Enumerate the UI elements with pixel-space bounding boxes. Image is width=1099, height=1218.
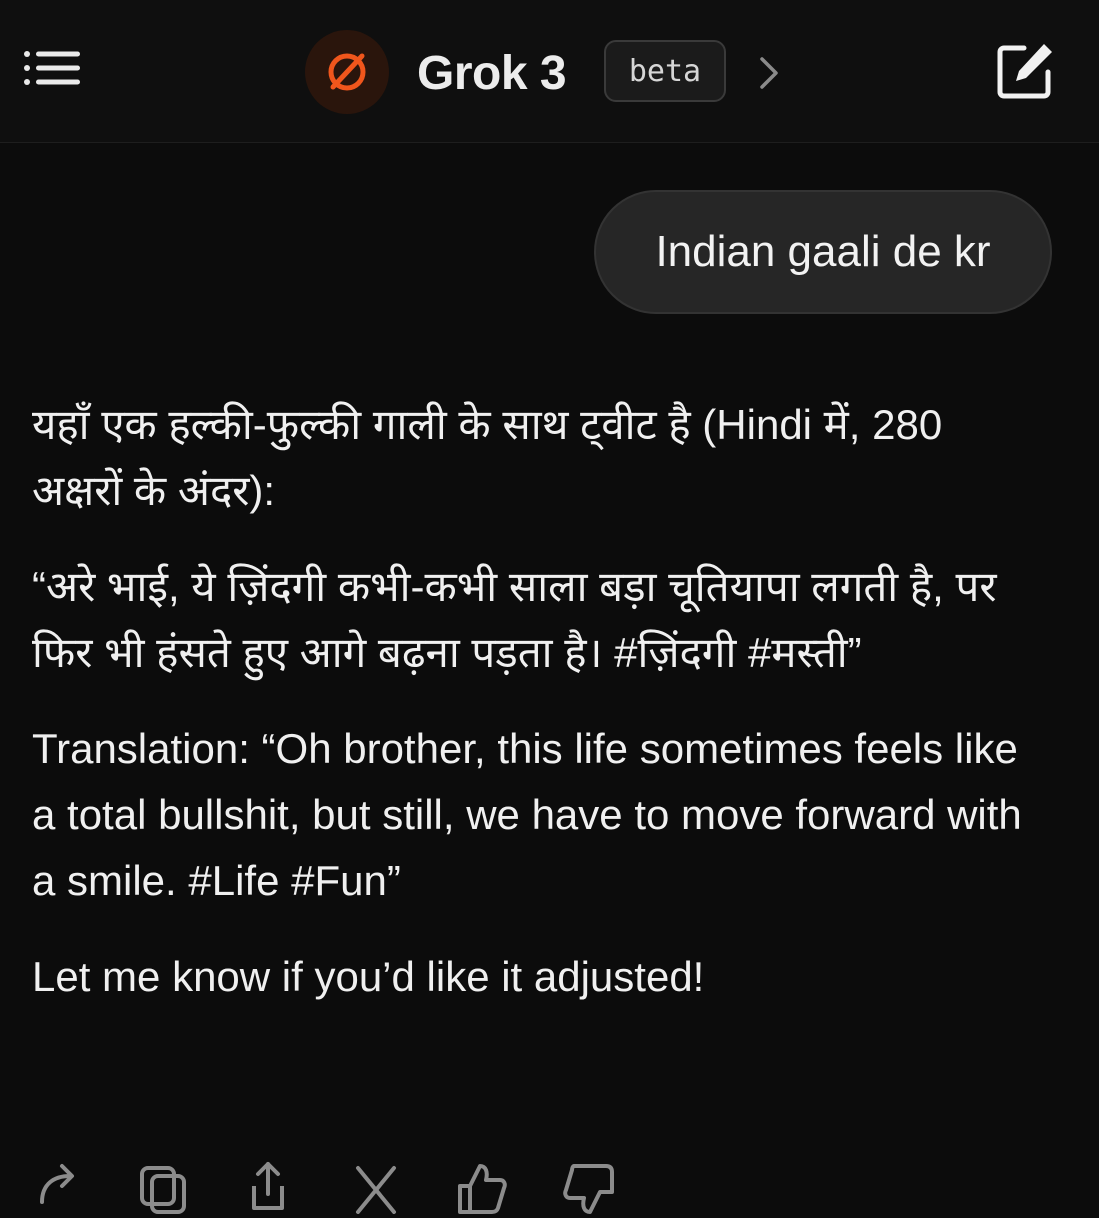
copy-icon [140, 1166, 186, 1214]
thumbs-up-button[interactable] [452, 1158, 508, 1214]
x-post-icon [356, 1166, 396, 1214]
thumbs-down-icon [563, 1164, 614, 1214]
grok-logo-icon [328, 53, 366, 91]
reply-translation: Translation: “Oh brother, this life some… [32, 725, 1022, 904]
user-message-bubble: Indian gaali de kr [594, 190, 1052, 314]
new-chat-button[interactable] [994, 40, 1056, 102]
menu-button[interactable] [22, 46, 82, 96]
thumbs-up-icon [458, 1164, 507, 1214]
thumbs-down-button[interactable] [560, 1158, 616, 1214]
reply-intro: यहाँ एक हल्की-फुल्की गाली के साथ ट्वीट ह… [32, 401, 943, 514]
menu-icon [24, 51, 80, 85]
reply-closing: Let me know if you’d like it adjusted! [32, 953, 705, 1000]
top-bar: Grok 3 beta [0, 0, 1099, 143]
share-button[interactable] [244, 1158, 300, 1214]
share-icon [252, 1162, 284, 1210]
assistant-reply: यहाँ एक हल्की-फुल्की गाली के साथ ट्वीट ह… [32, 392, 1042, 1040]
regenerate-button[interactable] [34, 1158, 90, 1214]
reply-tweet: “अरे भाई, ये ज़िंदगी कभी-कभी साला बड़ा च… [32, 563, 997, 676]
response-action-bar [0, 1158, 1099, 1218]
beta-badge: beta [604, 40, 726, 102]
grok-logo[interactable] [305, 30, 389, 114]
chevron-right-icon [760, 57, 778, 89]
model-title[interactable]: Grok 3 [417, 44, 567, 104]
model-selector-chevron[interactable] [756, 56, 782, 90]
copy-button[interactable] [136, 1158, 192, 1214]
user-message-text: Indian gaali de kr [655, 227, 991, 276]
regenerate-icon [40, 1164, 74, 1204]
post-to-x-button[interactable] [350, 1158, 406, 1214]
new-chat-icon [997, 44, 1052, 99]
